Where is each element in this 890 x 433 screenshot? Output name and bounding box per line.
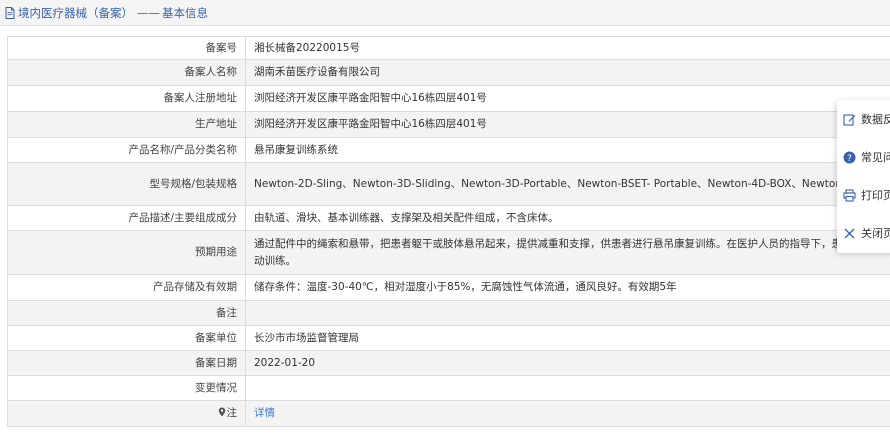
row-value: 通过配件中的绳索和悬带，把患者躯干或肢体悬吊起来，提供减重和支撑，供患者进行悬吊… <box>245 230 890 275</box>
document-icon <box>5 6 15 19</box>
floating-toolbar: 数据反馈 ? 常见问题 打印页面 关闭页面 <box>837 100 890 253</box>
row-label: 产品存储及有效期 <box>7 274 246 301</box>
record-info-table: 备案号 湘长械备20220015号 备案人名称 湖南禾苗医疗设备有限公司 备案人… <box>7 36 890 427</box>
question-icon: ? <box>843 151 856 164</box>
row-label: 备注 <box>7 300 246 326</box>
row-value: 详情 <box>245 400 890 427</box>
table-row: 备案单位 长沙市市场监督管理局 <box>7 325 890 351</box>
table-row: 备注 <box>7 300 890 326</box>
table-row: 备案日期 2022-01-20 <box>7 350 890 376</box>
row-label: 预期用途 <box>7 230 246 275</box>
row-value: 湘长械备20220015号 <box>245 36 890 60</box>
row-label: 备案人注册地址 <box>7 85 246 112</box>
row-value: 由轨道、滑块、基本训练器、支撑架及相关配件组成，不含床体。 <box>245 205 890 231</box>
row-label: 型号规格/包装规格 <box>7 162 246 206</box>
print-icon <box>843 188 856 202</box>
row-value <box>245 375 890 401</box>
table-row: 注 详情 <box>7 400 890 427</box>
print-label: 打印页面 <box>861 189 890 202</box>
page-header: 境内医疗器械（备案） —— 基本信息 <box>0 0 890 26</box>
table-row: 变更情况 <box>7 375 890 401</box>
row-label: 备案人名称 <box>7 59 246 86</box>
row-label: 产品名称/产品分类名称 <box>7 137 246 163</box>
faq-label: 常见问题 <box>861 151 890 164</box>
row-label: 注 <box>7 400 246 427</box>
table-row: 产品存储及有效期 储存条件：温度-30-40℃，相对湿度小于85%，无腐蚀性气体… <box>7 274 890 301</box>
table-row: 备案号 湘长械备20220015号 <box>7 36 890 60</box>
print-button[interactable]: 打印页面 <box>837 176 890 214</box>
row-label: 产品描述/主要组成成分 <box>7 205 246 231</box>
row-value: 浏阳经济开发区康平路金阳智中心16栋四层401号 <box>245 85 890 112</box>
table-row: 型号规格/包装规格 Newton-2D-Sling、Newton-3D-Slid… <box>7 162 890 206</box>
row-value: Newton-2D-Sling、Newton-3D-Sliding、Newton… <box>245 162 890 206</box>
table-row: 产品描述/主要组成成分 由轨道、滑块、基本训练器、支撑架及相关配件组成，不含床体… <box>7 205 890 231</box>
row-value: 长沙市市场监督管理局 <box>245 325 890 351</box>
svg-text:?: ? <box>847 154 852 164</box>
faq-button[interactable]: ? 常见问题 <box>837 138 890 176</box>
row-value: 悬吊康复训练系统 <box>245 137 890 163</box>
close-page-label: 关闭页面 <box>861 227 890 240</box>
details-link[interactable]: 详情 <box>254 407 275 419</box>
table-row: 备案人名称 湖南禾苗医疗设备有限公司 <box>7 59 890 86</box>
row-value <box>245 300 890 326</box>
header-subtitle: 基本信息 <box>162 5 208 20</box>
header-separator: —— <box>137 5 160 20</box>
row-label: 生产地址 <box>7 111 246 138</box>
table-row: 备案人注册地址 浏阳经济开发区康平路金阳智中心16栋四层401号 <box>7 85 890 112</box>
note-label: 注 <box>226 407 238 419</box>
pin-icon <box>218 407 225 417</box>
table-row: 生产地址 浏阳经济开发区康平路金阳智中心16栋四层401号 <box>7 111 890 138</box>
header-title: 境内医疗器械（备案） <box>18 5 133 20</box>
row-label: 备案单位 <box>7 325 246 351</box>
row-value: 储存条件：温度-30-40℃，相对湿度小于85%，无腐蚀性气体流通，通风良好。有… <box>245 274 890 301</box>
table-row: 产品名称/产品分类名称 悬吊康复训练系统 <box>7 137 890 163</box>
row-label: 变更情况 <box>7 375 246 401</box>
row-label: 备案号 <box>7 36 246 60</box>
row-value: 浏阳经济开发区康平路金阳智中心16栋四层401号 <box>245 111 890 138</box>
feedback-button[interactable]: 数据反馈 <box>837 100 890 138</box>
table-row: 预期用途 通过配件中的绳索和悬带，把患者躯干或肢体悬吊起来，提供减重和支撑，供患… <box>7 230 890 275</box>
row-label: 备案日期 <box>7 350 246 376</box>
feedback-label: 数据反馈 <box>861 113 890 126</box>
row-value: 湖南禾苗医疗设备有限公司 <box>245 59 890 86</box>
edit-icon <box>843 113 856 126</box>
row-value: 2022-01-20 <box>245 350 890 376</box>
close-page-button[interactable]: 关闭页面 <box>837 214 890 252</box>
close-icon <box>844 228 855 238</box>
